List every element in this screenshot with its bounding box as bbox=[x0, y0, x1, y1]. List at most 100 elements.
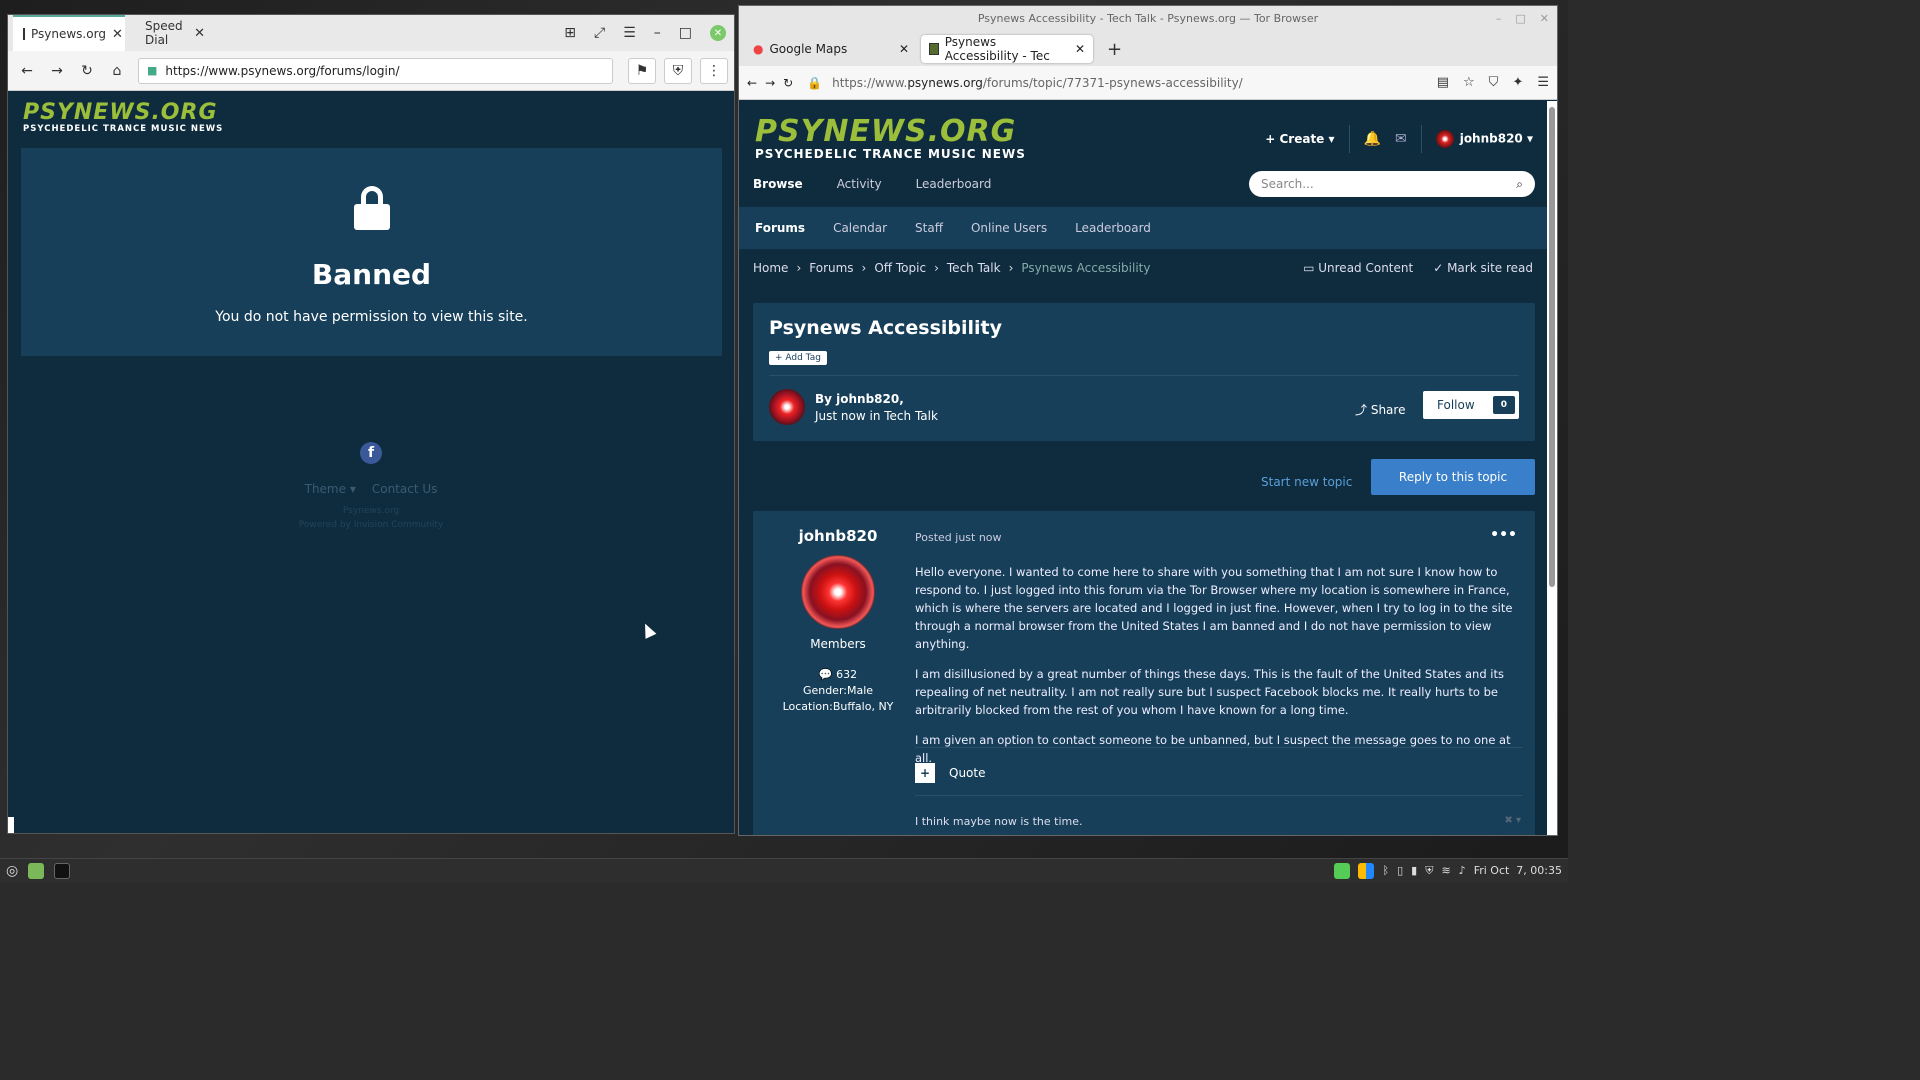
files-icon[interactable] bbox=[28, 862, 45, 879]
subnav-leaderboard[interactable]: Leaderboard bbox=[1075, 221, 1151, 235]
breadcrumb-forums[interactable]: Forums bbox=[809, 261, 853, 275]
start-new-topic-link[interactable]: Start new topic bbox=[1261, 475, 1352, 489]
reader-icon[interactable]: ⊞ bbox=[564, 25, 576, 41]
terminal-icon[interactable] bbox=[54, 862, 71, 879]
lock-icon bbox=[353, 186, 390, 230]
unread-content-link[interactable]: ▭ Unread Content bbox=[1303, 261, 1413, 275]
ban-message: You do not have permission to view this … bbox=[215, 309, 528, 325]
star-icon[interactable]: ☆ bbox=[1463, 75, 1475, 90]
update-icon[interactable] bbox=[1334, 862, 1351, 879]
post-options-icon[interactable]: ••• bbox=[1490, 527, 1517, 543]
follow-button[interactable]: Follow 0 bbox=[1423, 391, 1519, 419]
logo-title: PSYNEWS.ORG bbox=[755, 114, 1017, 149]
nav-leaderboard[interactable]: Leaderboard bbox=[916, 177, 992, 191]
breadcrumb-home[interactable]: Home bbox=[753, 261, 788, 275]
close-window-icon[interactable]: ✕ bbox=[710, 25, 726, 41]
search-input[interactable]: Search... ⌕ bbox=[1249, 171, 1535, 197]
avatar[interactable] bbox=[769, 389, 805, 425]
nav-browse[interactable]: Browse bbox=[753, 177, 803, 191]
user-menu[interactable]: johnb820 ▾ bbox=[1435, 130, 1533, 148]
extensions-icon[interactable]: ✦ bbox=[1512, 75, 1523, 90]
share-button[interactable]: ⤴ Share bbox=[1355, 401, 1405, 418]
kebab-menu-icon[interactable]: ⋮ bbox=[700, 57, 728, 84]
subnav-online-users[interactable]: Online Users bbox=[971, 221, 1047, 235]
menu-icon[interactable]: ◎ bbox=[6, 863, 18, 879]
theme-link[interactable]: Theme ▾ bbox=[305, 482, 356, 496]
tab-psynews[interactable]: Psynews.org ✕ bbox=[13, 15, 125, 51]
wifi-icon[interactable]: ≋ bbox=[1441, 864, 1450, 877]
site-logo[interactable]: PSYNEWS.ORG PSYCHEDELIC TRANCE MUSIC NEW… bbox=[23, 102, 223, 135]
subnav-forums[interactable]: Forums bbox=[755, 221, 805, 235]
back-icon[interactable]: ← bbox=[14, 58, 40, 84]
breadcrumb-tech-talk[interactable]: Tech Talk bbox=[947, 261, 1001, 275]
menu-icon[interactable]: ☰ bbox=[623, 25, 636, 41]
ban-title: Banned bbox=[311, 258, 432, 291]
shield-icon[interactable]: ⛨ bbox=[1425, 864, 1433, 878]
plus-icon[interactable]: + bbox=[915, 763, 935, 783]
clipboard-icon[interactable]: ▯ bbox=[1397, 864, 1403, 877]
notes-icon[interactable]: ▮ bbox=[1411, 864, 1417, 877]
scrollbar[interactable] bbox=[1547, 101, 1557, 835]
reader-view-icon[interactable]: ▤ bbox=[1437, 75, 1449, 90]
bluetooth-icon[interactable]: ᛒ bbox=[1382, 864, 1389, 877]
lock-icon: 🔒 bbox=[807, 75, 823, 90]
mark-site-read-link[interactable]: ✓ Mark site read bbox=[1433, 261, 1533, 275]
volume-icon[interactable]: ♪ bbox=[1459, 864, 1466, 877]
reload-icon[interactable]: ↻ bbox=[74, 58, 100, 84]
shield-icon[interactable]: ⛨ bbox=[664, 57, 692, 84]
forward-icon[interactable]: → bbox=[44, 58, 70, 84]
maximize-icon[interactable]: □ bbox=[679, 25, 692, 41]
search-icon[interactable]: ⌕ bbox=[1516, 177, 1523, 192]
tab-close-icon[interactable]: ✕ bbox=[112, 27, 123, 42]
close-window-icon[interactable]: ✕ bbox=[1540, 6, 1549, 32]
maximize-icon[interactable]: □ bbox=[1515, 6, 1525, 32]
avatar[interactable] bbox=[801, 555, 875, 629]
url-text: https://www.psynews.org/forums/login/ bbox=[165, 63, 400, 78]
reply-button[interactable]: Reply to this topic bbox=[1371, 459, 1535, 495]
hamburger-menu-icon[interactable]: ☰ bbox=[1537, 75, 1549, 90]
subnav-staff[interactable]: Staff bbox=[915, 221, 943, 235]
tab-close-icon[interactable]: ✕ bbox=[194, 26, 205, 41]
subnav-calendar[interactable]: Calendar bbox=[833, 221, 887, 235]
envelope-icon[interactable]: ✉ bbox=[1395, 131, 1407, 147]
facebook-icon[interactable]: f bbox=[360, 442, 382, 464]
nav-activity[interactable]: Activity bbox=[837, 177, 882, 191]
add-tag-button[interactable]: + Add Tag bbox=[769, 351, 827, 365]
home-icon[interactable]: ⌂ bbox=[104, 58, 130, 84]
tab-google-maps[interactable]: ● Google Maps ✕ bbox=[745, 35, 917, 63]
bookmark-icon[interactable]: ⚑ bbox=[628, 57, 656, 84]
create-button[interactable]: + Create ▾ bbox=[1265, 132, 1334, 146]
signature-toggle-icon[interactable]: ✖ ▾ bbox=[1504, 815, 1521, 826]
forward-icon[interactable]: → bbox=[765, 76, 775, 90]
tab-psynews-accessibility[interactable]: Psynews Accessibility - Tec ✕ bbox=[921, 35, 1093, 63]
address-bar[interactable]: ■ https://www.psynews.org/forums/login/ bbox=[138, 57, 613, 84]
breadcrumb-actions: ▭ Unread Content ✓ Mark site read bbox=[1303, 261, 1533, 275]
footer-powered[interactable]: Powered by Invision Community bbox=[8, 518, 734, 532]
breadcrumb-off-topic[interactable]: Off Topic bbox=[874, 261, 926, 275]
fullscreen-icon[interactable]: ⤢ bbox=[594, 25, 605, 41]
left-tab-bar: Psynews.org ✕ Speed Dial ✕ ⊞ ⤢ ☰ – □ ✕ bbox=[8, 15, 734, 51]
post-author-name[interactable]: johnb820 bbox=[769, 527, 907, 545]
address-bar[interactable]: 🔒 https://www.psynews.org/forums/topic/7… bbox=[801, 70, 1371, 96]
tab-label: Psynews Accessibility - Tec bbox=[944, 35, 1050, 63]
contact-link[interactable]: Contact Us bbox=[372, 482, 438, 496]
reload-icon[interactable]: ↻ bbox=[783, 76, 793, 90]
app-icon[interactable] bbox=[1358, 862, 1375, 879]
scrollbar-thumb[interactable] bbox=[1549, 107, 1555, 587]
topic-by-line[interactable]: By johnb820, bbox=[815, 392, 938, 406]
tab-close-icon[interactable]: ✕ bbox=[899, 42, 909, 56]
minimize-icon[interactable]: – bbox=[654, 25, 661, 41]
back-icon[interactable]: ← bbox=[747, 76, 757, 90]
site-logo[interactable]: PSYNEWS.ORG PSYCHEDELIC TRANCE MUSIC NEW… bbox=[755, 114, 1026, 162]
minimize-icon[interactable]: – bbox=[1496, 6, 1502, 32]
tab-close-icon[interactable]: ✕ bbox=[1075, 42, 1085, 56]
tab-speed-dial[interactable]: Speed Dial ✕ bbox=[135, 15, 215, 51]
clock[interactable]: Fri Oct 7, 00:35 bbox=[1474, 864, 1562, 877]
quote-button[interactable]: + Quote bbox=[915, 763, 985, 783]
bell-icon[interactable]: 🔔 bbox=[1364, 131, 1381, 147]
right-browser-window: Psynews Accessibility - Tech Talk - Psyn… bbox=[738, 5, 1558, 836]
shield-icon[interactable]: ⛉ bbox=[1489, 75, 1499, 90]
check-icon: ✓ bbox=[1433, 261, 1448, 275]
new-tab-icon[interactable]: + bbox=[1107, 39, 1122, 60]
post-count: 💬 632 bbox=[818, 668, 858, 681]
